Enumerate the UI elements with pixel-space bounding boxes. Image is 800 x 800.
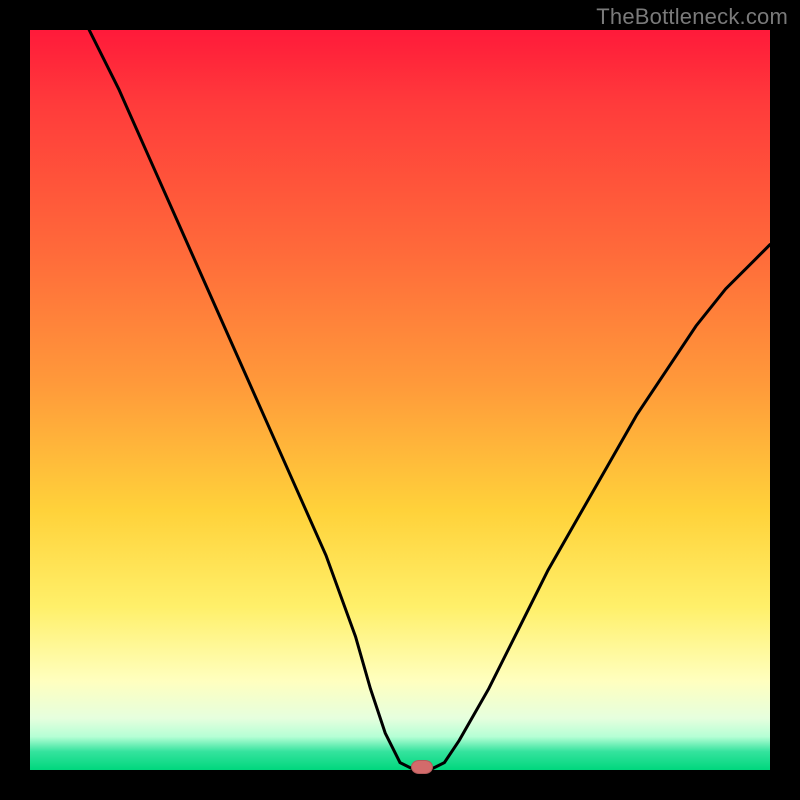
chart-area <box>30 30 770 770</box>
optimum-marker <box>411 760 433 774</box>
outer-frame: TheBottleneck.com <box>0 0 800 800</box>
watermark-text: TheBottleneck.com <box>596 4 788 30</box>
bottleneck-curve <box>89 30 770 770</box>
curve-svg <box>30 30 770 770</box>
